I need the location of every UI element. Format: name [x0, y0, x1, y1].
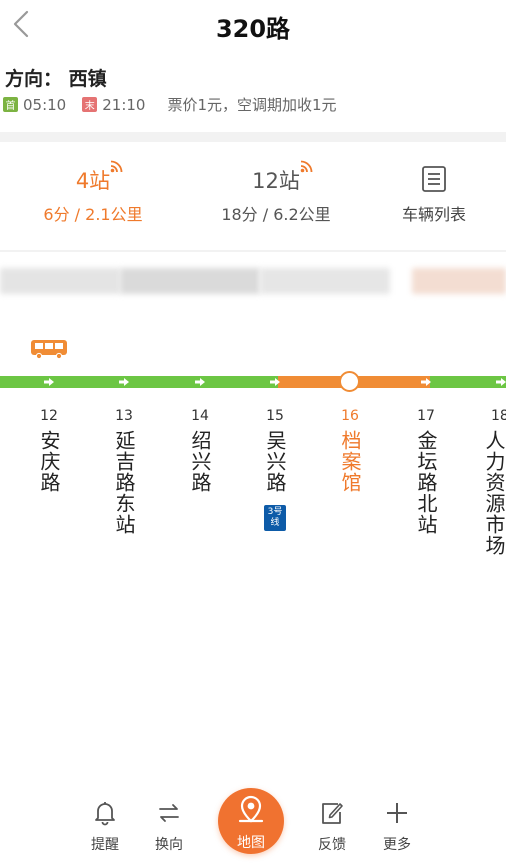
realtime-signal-icon [300, 160, 313, 173]
bottom-nav: 提醒 换向 地图 反馈 更多 [0, 788, 506, 868]
arrival-stats: 4站 6分 / 2.1公里 12站 18分 / 6.2公里 车辆列表 [0, 143, 506, 247]
station-name: 人力资源市场 [482, 430, 506, 556]
nearest-bus-stops: 4站 [75, 169, 111, 193]
direction-arrow-icon [195, 378, 205, 386]
vehicle-list-button[interactable]: 车辆列表 [388, 165, 480, 225]
station-number: 16 [341, 408, 359, 424]
blurred-segment [260, 268, 390, 294]
divider [0, 250, 506, 252]
map-button[interactable]: 地图 [218, 788, 284, 854]
station-name: 吴兴路 [263, 430, 287, 493]
first-bus-time: 05:10 [23, 95, 67, 114]
station-number: 17 [417, 408, 435, 424]
first-bus-badge: 首 [3, 97, 18, 112]
page-title: 320路 [215, 15, 291, 43]
switch-label: 换向 [155, 837, 183, 853]
station-number: 13 [115, 408, 133, 424]
next-bus-eta: 18分 / 6.2公里 [221, 205, 331, 224]
station-15[interactable]: 15 吴兴路 3号线 [255, 408, 295, 531]
map-label: 地图 [237, 835, 265, 851]
remind-label: 提醒 [91, 837, 119, 853]
station-17[interactable]: 17 金坛路北站 [406, 408, 446, 535]
bus-icon[interactable] [30, 338, 68, 360]
direction-arrow-icon [44, 378, 54, 386]
direction-arrow-icon [270, 378, 280, 386]
station-number: 14 [191, 408, 209, 424]
last-bus-badge: 末 [82, 97, 98, 112]
next-bus[interactable]: 12站 18分 / 6.2公里 [196, 160, 356, 225]
header: 320路 [0, 0, 506, 52]
blurred-segment [120, 268, 260, 294]
swap-icon [159, 804, 179, 822]
vehicle-list-label: 车辆列表 [401, 205, 466, 224]
bell-icon [95, 802, 115, 826]
direction-label: 方向： 西镇 [5, 68, 107, 90]
more-label: 更多 [383, 837, 411, 853]
direction-arrow-icon [496, 378, 506, 386]
service-times: 首 05:10 末 21:10 票价1元，空调期加收1元 [3, 94, 337, 115]
route-diagram: 12 安庆路 13 延吉路东站 14 绍兴路 15 吴兴路 3号线 16 档案馆… [0, 330, 506, 620]
station-18[interactable]: 18 人力资源市场 [481, 408, 506, 556]
nearest-bus-eta: 6分 / 2.1公里 [43, 205, 143, 224]
blurred-banner [0, 262, 506, 308]
station-name: 金坛路北站 [414, 430, 438, 535]
remind-button[interactable]: 提醒 [75, 800, 135, 854]
next-bus-stops: 12站 [252, 169, 300, 193]
route-info: 方向： 西镇 首 05:10 末 21:10 票价1元，空调期加收1元 [0, 60, 506, 134]
station-name: 安庆路 [37, 430, 61, 493]
metro-line-badge[interactable]: 3号线 [264, 505, 286, 531]
feedback-label: 反馈 [318, 837, 346, 853]
plus-icon [387, 803, 407, 823]
divider [0, 132, 506, 142]
station-number: 18 [491, 408, 506, 424]
station-name: 延吉路东站 [112, 430, 136, 535]
last-bus-time: 21:10 [102, 95, 146, 114]
realtime-signal-icon [110, 160, 123, 173]
feedback-button[interactable]: 反馈 [302, 800, 362, 854]
map-pin-icon [238, 795, 264, 823]
passed-segment [0, 376, 278, 388]
fare-info: 票价1元，空调期加收1元 [167, 96, 337, 114]
nearest-bus[interactable]: 4站 6分 / 2.1公里 [28, 160, 158, 225]
station-13[interactable]: 13 延吉路东站 [104, 408, 144, 535]
station-number: 12 [40, 408, 58, 424]
more-button[interactable]: 更多 [367, 800, 427, 854]
station-14[interactable]: 14 绍兴路 [180, 408, 220, 493]
direction-arrow-icon [421, 378, 431, 386]
station-name: 档案馆 [338, 430, 362, 493]
direction-arrow-icon [119, 378, 129, 386]
station-12[interactable]: 12 安庆路 [29, 408, 69, 493]
station-name: 绍兴路 [188, 430, 212, 493]
station-16-current[interactable]: 16 档案馆 [330, 408, 370, 493]
edit-icon [322, 803, 343, 824]
blurred-segment [412, 268, 506, 294]
current-stop-marker [339, 371, 360, 392]
switch-direction-button[interactable]: 换向 [139, 800, 199, 854]
station-number: 15 [266, 408, 284, 424]
list-icon [422, 166, 446, 192]
blurred-segment [0, 268, 120, 294]
